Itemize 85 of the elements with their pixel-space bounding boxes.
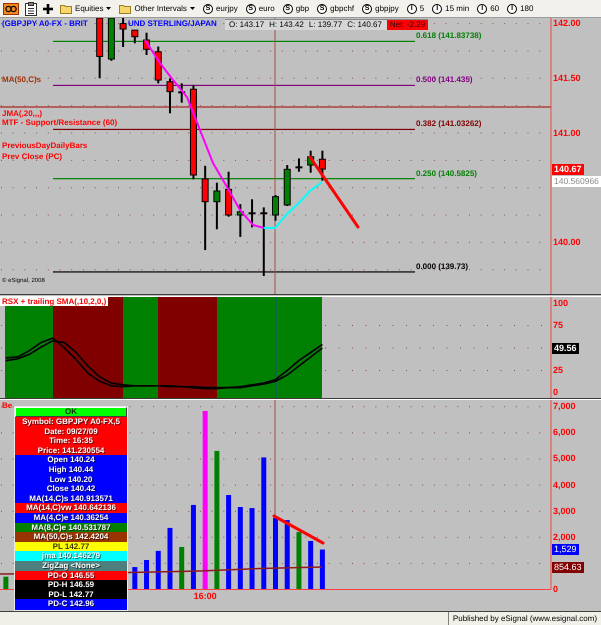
price-axis-label: 142.00 <box>553 18 581 30</box>
time-axis-label: 16:00 <box>194 591 217 602</box>
data-row: PD-H 146.59 <box>15 580 127 590</box>
data-row: PD-L 142.77 <box>15 590 127 600</box>
candlestick <box>260 207 268 276</box>
indicator-axis-label: 100 <box>553 298 568 308</box>
folder-menu-button[interactable]: Equities <box>59 0 112 16</box>
publisher-credit: Published by eSignal (www.esignal.com) <box>448 612 601 625</box>
candlestick <box>272 195 279 221</box>
folder-menu-button[interactable]: Other Intervals <box>118 0 196 16</box>
volume-axis-label: 0 <box>553 584 558 595</box>
toolbar-button[interactable] <box>25 0 37 16</box>
candlestick <box>213 182 220 230</box>
trend-line <box>272 514 324 544</box>
indicator-axis-label: 75 <box>553 320 564 331</box>
price-axis-label: 140.00 <box>553 236 581 248</box>
volume-axis-label: 5,000 <box>553 453 576 464</box>
ok-button[interactable]: OK <box>15 407 127 417</box>
candlestick <box>178 83 186 103</box>
indicator-marker: 49.56 <box>552 342 579 354</box>
fibonacci-label: 0.618 (141.83738) <box>416 31 482 41</box>
caret-icon <box>190 7 195 10</box>
candlestick <box>248 199 256 228</box>
indicator-title: RSX + trailing SMA(,10,2,0,) <box>0 297 108 306</box>
data-row: Price: 141.230554 <box>15 446 127 456</box>
fibonacci-label: 0.382 (141.03262) <box>416 119 482 129</box>
chart-title: (GBPJPY A0-FX - BRIT <box>2 19 88 29</box>
chart-title: UND STERLING/JAPAN <box>128 19 217 29</box>
data-row: MA(14,C)vw 140.642136 <box>15 503 127 513</box>
fibonacci-label: 0.250 (140.5825) <box>416 168 477 178</box>
data-row: MA(50,C)s 142.4204 <box>15 532 127 542</box>
net-change: Net: -2.29 <box>386 20 428 30</box>
data-row: PD-O 146.55 <box>15 570 127 580</box>
price-marker: 140.560966 <box>552 176 601 187</box>
data-row: Time: 16:35 <box>15 436 127 446</box>
folder-icon <box>60 4 72 14</box>
linked-rings-icon <box>3 2 19 14</box>
close-price: C: 140.67 <box>347 20 382 30</box>
toolbar-button[interactable] <box>3 0 19 16</box>
folder-icon <box>119 4 132 14</box>
study-label: JMA(,20,,,) <box>2 108 42 118</box>
indicator-axis-label: 0 <box>553 387 558 398</box>
price-axis-label: 141.00 <box>553 128 581 138</box>
candlestick <box>307 150 314 173</box>
volume-marker: 1,529 <box>552 544 579 556</box>
candlestick <box>154 46 162 84</box>
volume-marker: 854.63 <box>552 562 584 573</box>
data-row: jma 140.146279 <box>15 551 127 561</box>
volume-axis-label: 2,000 <box>553 532 576 543</box>
candlestick <box>284 165 291 206</box>
volume-title: Be <box>2 401 12 410</box>
data-row: ZigZag <None> <box>15 560 127 570</box>
candlestick <box>143 32 150 55</box>
candlestick <box>108 18 115 61</box>
candlestick <box>236 204 244 237</box>
data-row: MA(8,C)e 140.531787 <box>15 522 127 532</box>
price-marker: 140.67 <box>552 164 584 175</box>
candlestick <box>96 18 104 78</box>
candlestick <box>295 158 302 172</box>
study-label: MA(50,C)s <box>2 75 42 84</box>
price-axis-label: 141.50 <box>553 72 581 84</box>
candlestick <box>318 150 326 181</box>
volume-axis-label: 7,000 <box>553 401 576 412</box>
plus-icon <box>43 4 53 14</box>
high-price: H: 143.42 <box>269 20 304 30</box>
clipboard-icon <box>25 2 37 16</box>
candlestick <box>225 172 232 217</box>
volume-axis-label: 4,000 <box>553 480 576 491</box>
data-row: Date: 09/27/09 <box>15 426 127 436</box>
study-label: PreviousDayDailyBars <box>2 141 88 150</box>
study-label: Prev Close (PC) <box>2 152 62 160</box>
fibonacci-label: 0.000 (139.73) <box>416 262 468 272</box>
volume-axis-label: 3,000 <box>553 506 576 517</box>
data-row: PL 142.77 <box>15 542 127 552</box>
data-row: Symbol: GBPJPY A0-FX,5 <box>15 417 127 427</box>
low-price: L: 139.77 <box>308 20 342 30</box>
caret-icon <box>106 7 112 10</box>
candlestick <box>166 78 174 114</box>
candlestick <box>131 30 138 44</box>
indicator-axis-label: 25 <box>553 365 564 376</box>
fibonacci-label: 0.500 (141.435) <box>416 75 472 85</box>
volume-axis-label: 6,000 <box>553 427 576 438</box>
study-label: MTF - Support/Resistance (60) <box>2 118 118 127</box>
open-price: O: 143.17 <box>229 20 264 30</box>
candlestick <box>120 18 127 47</box>
